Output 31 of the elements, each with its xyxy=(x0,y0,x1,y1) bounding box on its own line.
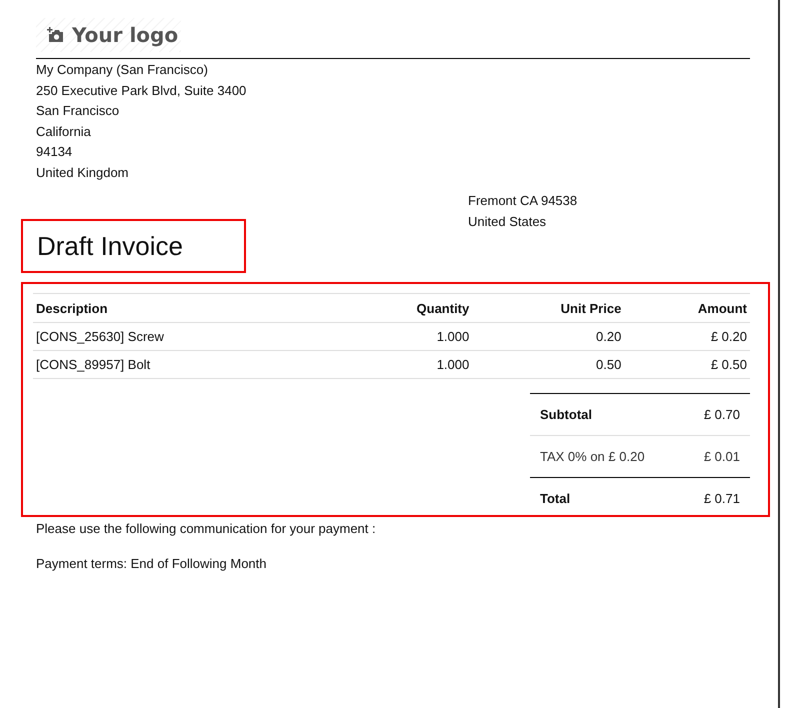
customer-address-line: Fremont CA 94538 xyxy=(468,192,578,210)
table-cell: 0.50 xyxy=(472,350,624,378)
table-cell: 1.000 xyxy=(338,350,472,378)
total-value: £ 0.70 xyxy=(682,394,750,436)
total-value: £ 0.71 xyxy=(682,478,750,519)
column-header: Amount xyxy=(624,294,750,322)
total-label: Total xyxy=(530,478,682,519)
table-cell: £ 0.20 xyxy=(624,322,750,350)
company-address-line: 94134 xyxy=(36,143,74,161)
camera-icon xyxy=(46,27,64,43)
total-value: £ 0.01 xyxy=(682,436,750,478)
customer-address-line: United States xyxy=(468,212,548,230)
total-label: TAX 0% on £ 0.20 xyxy=(530,436,682,478)
table-cell: [CONS_89957] Bolt xyxy=(33,350,338,378)
table-cell: 1.000 xyxy=(338,322,472,350)
invoice-title: Draft Invoice xyxy=(21,219,246,273)
company-address-line: 250 Executive Park Blvd, Suite 3400 xyxy=(36,82,248,100)
table-cell: 0.20 xyxy=(472,322,624,350)
table-cell: [CONS_25630] Screw xyxy=(33,322,338,350)
column-header: Quantity xyxy=(338,294,472,322)
column-header: Unit Price xyxy=(472,294,624,322)
total-label: Subtotal xyxy=(530,394,682,436)
company-address-line: My Company (San Francisco) xyxy=(36,61,209,79)
company-address-line: California xyxy=(36,122,92,140)
company-address-line: San Francisco xyxy=(36,102,120,120)
payment-note: Payment terms: End of Following Month xyxy=(36,554,268,573)
payment-note: Please use the following communication for your payment : xyxy=(36,520,377,538)
logo-text: Your logo xyxy=(72,23,178,47)
column-header: Description xyxy=(33,294,338,322)
company-address-line: United Kingdom xyxy=(36,164,130,182)
table-cell: £ 0.50 xyxy=(624,350,750,378)
